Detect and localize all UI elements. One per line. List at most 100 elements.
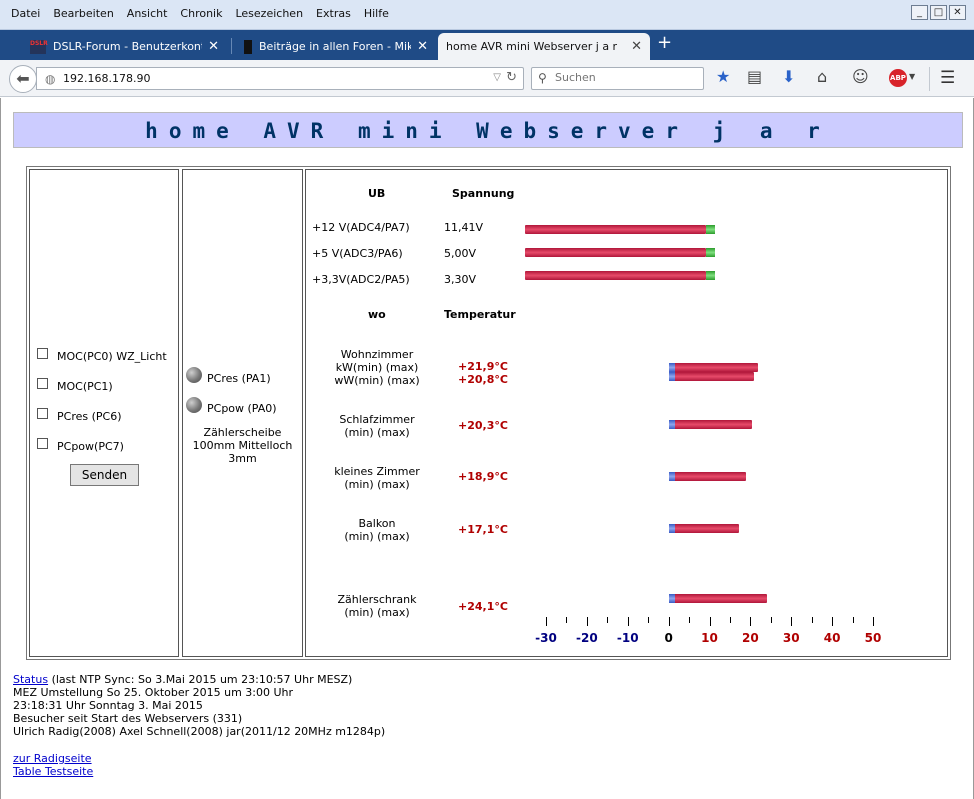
temp-bar-fill: [672, 524, 739, 533]
menu-hilfe[interactable]: Hilfe: [359, 7, 397, 20]
minimize-button[interactable]: _: [911, 5, 928, 20]
download-icon[interactable]: ⬇: [782, 68, 795, 86]
temp-value: +20,3°C: [458, 419, 508, 432]
room-name: Zählerschrank: [337, 593, 417, 606]
led-indicator-icon: [186, 366, 202, 383]
tab-bar: DSLR DSLR-Forum - Benutzerkontro... ✕ Be…: [0, 30, 974, 60]
dslr-favicon-icon: DSLR: [30, 39, 48, 54]
room-minmax: (min) (max): [344, 426, 410, 439]
menu-datei[interactable]: Datei: [6, 7, 48, 20]
axis-tick: [709, 617, 711, 626]
ntp-sync-text: (last NTP Sync: So 3.Mai 2015 um 23:10:5…: [51, 673, 353, 686]
page-content: home AVR mini Webserver j a r MOC(PC0) W…: [0, 98, 974, 799]
reading-list-icon[interactable]: ▤: [747, 68, 762, 86]
checkbox-row: MOC(PC0) WZ_Licht: [37, 348, 167, 363]
status-footer: Status (last NTP Sync: So 3.Mai 2015 um …: [13, 673, 385, 738]
checkbox-moc-pc1[interactable]: [37, 378, 48, 389]
voltage-bar-tip: [706, 225, 715, 234]
voltage-bar-fill: [525, 225, 706, 234]
clock-text: 23:18:31 Uhr Sonntag 3. Mai 2015: [13, 699, 203, 712]
axis-tick: [566, 617, 568, 623]
menu-bearbeiten[interactable]: Bearbeiten: [48, 7, 121, 20]
led-row: PCres (PA1): [186, 366, 271, 385]
close-tab-icon[interactable]: ✕: [208, 39, 219, 54]
back-button[interactable]: ⬅: [9, 65, 37, 93]
menu-extras[interactable]: Extras: [311, 7, 359, 20]
room-name: Schlafzimmer: [339, 413, 415, 426]
temp-value: +18,9°C: [458, 470, 508, 483]
room-label-kleines-zimmer: kleines Zimmer (min) (max): [306, 465, 448, 491]
search-input[interactable]: [555, 71, 695, 84]
checkbox-label: MOC(PC1): [57, 380, 113, 393]
axis-label: 50: [864, 631, 882, 645]
axis-tick: [791, 617, 793, 626]
checkbox-label: MOC(PC0) WZ_Licht: [57, 350, 167, 363]
temp-bar-fill: [672, 372, 754, 381]
adblock-dropdown-icon[interactable]: ▼: [909, 72, 915, 81]
axis-tick: [770, 617, 772, 623]
menu-lesezeichen[interactable]: Lesezeichen: [230, 7, 311, 20]
led-label: PCpow (PA0): [207, 402, 277, 415]
radig-link[interactable]: zur Radigseite: [13, 752, 93, 765]
checkbox-pcpow[interactable]: [37, 438, 48, 449]
close-tab-icon[interactable]: ✕: [417, 39, 428, 54]
maximize-button[interactable]: □: [930, 5, 947, 20]
reload-icon[interactable]: ↻: [506, 70, 517, 85]
room-minmax: (min) (max): [344, 530, 410, 543]
axis-label: 30: [782, 631, 800, 645]
axis-tick: [607, 617, 609, 623]
checkbox-row: MOC(PC1): [37, 378, 113, 393]
send-button[interactable]: Senden: [70, 464, 139, 486]
temp-value: +20,8°C: [458, 373, 508, 386]
axis-tick: [750, 617, 752, 626]
search-icon: ⚲: [538, 71, 547, 85]
axis-tick: [811, 617, 813, 623]
close-tab-icon[interactable]: ✕: [631, 39, 642, 54]
new-tab-button[interactable]: +: [657, 34, 672, 52]
checkbox-moc-pc0[interactable]: [37, 348, 48, 359]
search-bar[interactable]: ⚲: [531, 67, 704, 90]
room-name: kleines Zimmer: [334, 465, 420, 478]
bookmark-star-icon[interactable]: ★: [716, 68, 730, 86]
voltage-header-ub: UB: [368, 187, 386, 200]
url-bar[interactable]: ◍ 192.168.178.90 ▽ ↻: [36, 67, 524, 90]
temp-value: +17,1°C: [458, 523, 508, 536]
tab-dslr-forum[interactable]: DSLR DSLR-Forum - Benutzerkontro... ✕: [22, 33, 227, 60]
tab-mikrocontroller[interactable]: Beiträge in allen Foren - Mikro... ✕: [236, 33, 436, 60]
tab-avr-webserver[interactable]: home AVR mini Webserver j a r ✕: [438, 33, 650, 60]
home-icon[interactable]: ⌂: [817, 68, 827, 86]
hello-icon[interactable]: ☺: [852, 68, 869, 86]
mikrocontroller-favicon-icon: [244, 39, 252, 54]
temp-value: +21,9°C: [458, 360, 508, 373]
navigation-bar: ◍ 192.168.178.90 ▽ ↻ ⬅ ⚲ ★ ▤ ⬇ ⌂ ☺ ABP ▼…: [0, 60, 974, 97]
voltage-bar-tip: [706, 248, 715, 257]
table-test-link[interactable]: Table Testseite: [13, 765, 93, 778]
menu-icon[interactable]: ☰: [940, 68, 955, 88]
close-window-button[interactable]: ✕: [949, 5, 966, 20]
toolbar-separator: [929, 67, 930, 91]
axis-tick: [852, 617, 854, 623]
temp-bar-min: [668, 524, 675, 533]
url-text[interactable]: 192.168.178.90: [63, 72, 150, 85]
history-dropdown-icon[interactable]: ▽: [493, 72, 501, 83]
status-link[interactable]: Status: [13, 673, 48, 686]
voltage-bar-tip: [706, 271, 715, 280]
axis-tick: [668, 617, 670, 626]
voltage-label: +3,3V(ADC2/PA5): [312, 273, 410, 286]
meter-disc-note: Zählerscheibe 100mm Mittelloch 3mm: [183, 426, 302, 465]
checkbox-row: PCres (PC6): [37, 408, 122, 423]
axis-label: 20: [742, 631, 759, 645]
temp-header-wo: wo: [368, 308, 386, 321]
axis-label: -20: [576, 631, 598, 645]
checkbox-pcres[interactable]: [37, 408, 48, 419]
voltage-bar-fill: [525, 271, 706, 280]
credits-text: Ulrich Radig(2008) Axel Schnell(2008) ja…: [13, 725, 386, 738]
adblock-icon[interactable]: ABP: [889, 69, 907, 87]
axis-tick: [586, 617, 588, 626]
menu-ansicht[interactable]: Ansicht: [122, 7, 176, 20]
menu-chronik[interactable]: Chronik: [175, 7, 230, 20]
axis-label: 40: [823, 631, 841, 645]
room-minmax: wW(min) (max): [334, 374, 420, 387]
footer-links: zur Radigseite Table Testseite: [13, 752, 93, 778]
control-cell: MOC(PC0) WZ_Licht MOC(PC1) PCres (PC6) P…: [29, 169, 179, 657]
